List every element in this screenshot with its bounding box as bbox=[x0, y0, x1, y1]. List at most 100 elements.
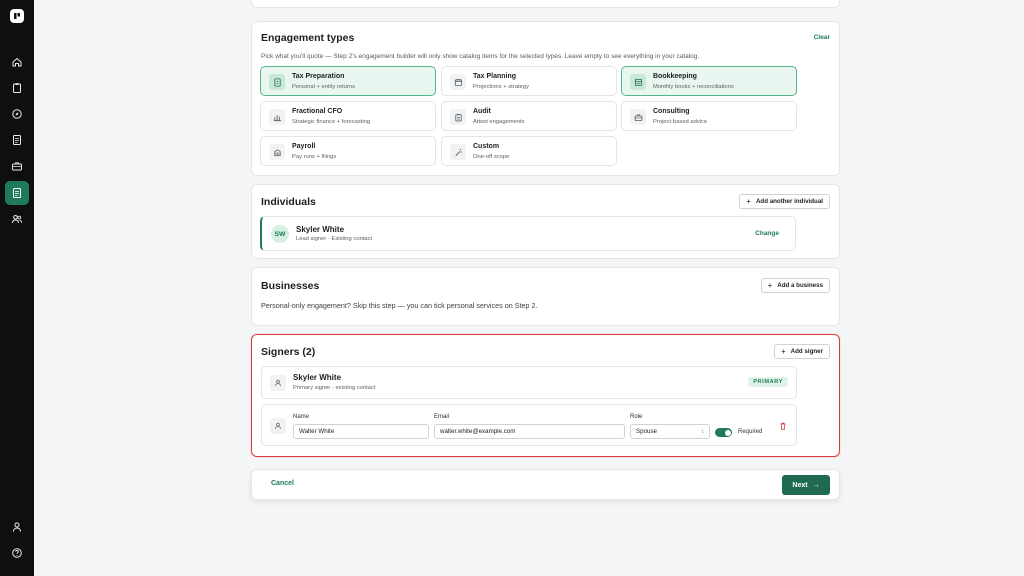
engagement-type-tax-preparation[interactable]: Tax Preparation Personal + entity return… bbox=[260, 66, 436, 96]
signer-name-input[interactable] bbox=[293, 424, 429, 439]
app-logo[interactable] bbox=[10, 9, 24, 23]
primary-signer-row: Skyler White Primary signer · existing c… bbox=[261, 366, 797, 399]
tile-subtitle: Projections + strategy bbox=[473, 84, 529, 90]
section-title: Businesses bbox=[261, 280, 320, 292]
engagement-type-audit[interactable]: Audit Attest engagements bbox=[441, 101, 617, 131]
individual-name: Skyler White bbox=[296, 225, 345, 234]
tile-title: Consulting bbox=[653, 108, 690, 115]
section-title: Engagement types bbox=[261, 32, 355, 44]
tile-title: Fractional CFO bbox=[292, 108, 343, 115]
engagement-type-tax-planning[interactable]: Tax Planning Projections + strategy bbox=[441, 66, 617, 96]
engagement-type-bookkeeping[interactable]: Bookkeeping Monthly books + reconciliati… bbox=[621, 66, 797, 96]
signer-role-select[interactable]: Spouse ↕ bbox=[630, 424, 710, 439]
nav-document[interactable] bbox=[5, 128, 29, 152]
tile-subtitle: Personal + entity returns bbox=[292, 84, 355, 90]
button-label: Add a business bbox=[777, 282, 823, 289]
section-title: Signers (2) bbox=[261, 346, 316, 358]
magic-wand-icon bbox=[450, 144, 466, 160]
engagement-type-fractional-cfo[interactable]: Fractional CFO Strategic finance + forec… bbox=[260, 101, 436, 131]
delete-signer-button[interactable] bbox=[778, 421, 788, 431]
nav-users[interactable] bbox=[5, 207, 29, 231]
tile-subtitle: Monthly books + reconciliations bbox=[653, 84, 734, 90]
tile-subtitle: Attest engagements bbox=[473, 119, 525, 125]
role-label: Role bbox=[630, 414, 643, 420]
primary-badge: PRIMARY bbox=[748, 377, 788, 387]
tile-subtitle: Pay runs + filings bbox=[292, 154, 337, 160]
email-label: Email bbox=[434, 414, 450, 420]
ledger-icon bbox=[630, 74, 646, 90]
engagement-type-custom[interactable]: Custom One-off scope bbox=[441, 136, 617, 166]
tile-title: Payroll bbox=[292, 143, 316, 150]
section-description: Pick what you'll quote — Step 2's engage… bbox=[261, 53, 700, 60]
document-icon bbox=[13, 135, 21, 145]
bar-chart-icon bbox=[269, 109, 285, 125]
briefcase-icon bbox=[12, 162, 22, 171]
main-content: Engagement types Clear Pick what you'll … bbox=[34, 0, 1024, 576]
calendar-icon bbox=[450, 74, 466, 90]
required-label: Required bbox=[738, 429, 763, 435]
nav-profile[interactable] bbox=[5, 515, 29, 539]
previous-section-card bbox=[251, 0, 840, 8]
nav-briefcase[interactable] bbox=[5, 154, 29, 178]
signer-name: Skyler White bbox=[293, 373, 342, 382]
tile-title: Audit bbox=[473, 108, 491, 115]
button-label: Next bbox=[792, 481, 808, 489]
clipboard-icon bbox=[450, 109, 466, 125]
document-dollar-icon bbox=[269, 74, 285, 90]
chevron-updown-icon: ↕ bbox=[701, 428, 704, 435]
user-icon bbox=[13, 522, 21, 532]
nav-clipboard[interactable] bbox=[5, 76, 29, 100]
tile-title: Bookkeeping bbox=[653, 73, 697, 80]
required-toggle[interactable] bbox=[715, 428, 732, 437]
businesses-card: Businesses + Add a business Personal-onl… bbox=[251, 267, 840, 326]
cancel-button[interactable]: Cancel bbox=[271, 480, 294, 487]
user-icon bbox=[270, 418, 286, 434]
nav-engagements[interactable] bbox=[5, 181, 29, 205]
tile-subtitle: One-off scope bbox=[473, 154, 510, 160]
tile-title: Tax Planning bbox=[473, 73, 517, 80]
add-signer-button[interactable]: + Add signer bbox=[774, 344, 830, 359]
home-icon bbox=[12, 57, 22, 67]
name-label: Name bbox=[293, 414, 310, 420]
tile-title: Tax Preparation bbox=[292, 73, 345, 80]
engagement-types-card: Engagement types Clear Pick what you'll … bbox=[251, 21, 840, 176]
lead-individual-row: SW Skyler White Lead signer · Existing c… bbox=[260, 216, 796, 251]
signer-meta: Primary signer · existing contact bbox=[293, 385, 376, 391]
help-icon bbox=[12, 548, 22, 558]
engagement-type-payroll[interactable]: Payroll Pay runs + filings bbox=[260, 136, 436, 166]
nav-compass[interactable] bbox=[5, 102, 29, 126]
file-text-icon bbox=[13, 188, 21, 198]
add-individual-button[interactable]: + Add another individual bbox=[739, 194, 830, 209]
change-link[interactable]: Change bbox=[755, 230, 779, 237]
individuals-card: Individuals + Add another individual SW … bbox=[251, 184, 840, 259]
tile-subtitle: Strategic finance + forecasting bbox=[292, 119, 371, 125]
role-value: Spouse bbox=[636, 428, 657, 435]
add-business-button[interactable]: + Add a business bbox=[760, 278, 830, 293]
users-icon bbox=[12, 215, 23, 224]
nav-home[interactable] bbox=[5, 50, 29, 74]
plus-icon: + bbox=[746, 196, 751, 206]
additional-signer-row: Name Email Role Spouse ↕ Required bbox=[261, 404, 797, 446]
section-description: Personal-only engagement? Skip this step… bbox=[261, 301, 538, 310]
arrow-right-icon: → bbox=[812, 481, 820, 489]
nav-help[interactable] bbox=[5, 541, 29, 565]
plus-icon: + bbox=[767, 280, 773, 290]
individual-meta: Lead signer · Existing contact bbox=[296, 236, 373, 242]
trash-icon bbox=[780, 422, 786, 430]
button-label: Add signer bbox=[790, 348, 823, 355]
sidebar bbox=[0, 0, 34, 576]
building-icon bbox=[269, 144, 285, 160]
tile-subtitle: Project-based advice bbox=[653, 119, 708, 125]
engagement-type-consulting[interactable]: Consulting Project-based advice bbox=[621, 101, 797, 131]
section-title: Individuals bbox=[261, 196, 316, 208]
logo-mark-icon bbox=[14, 13, 20, 19]
clear-link[interactable]: Clear bbox=[814, 34, 830, 41]
briefcase-icon bbox=[630, 109, 646, 125]
tile-title: Custom bbox=[473, 143, 500, 150]
next-button[interactable]: Next → bbox=[782, 475, 830, 495]
plus-icon: + bbox=[781, 346, 786, 356]
signers-card: Signers (2) + Add signer Skyler White Pr… bbox=[251, 334, 840, 457]
signer-email-input[interactable] bbox=[434, 424, 625, 439]
button-label: Add another individual bbox=[755, 198, 823, 205]
wizard-footer: Cancel Next → bbox=[251, 469, 840, 500]
